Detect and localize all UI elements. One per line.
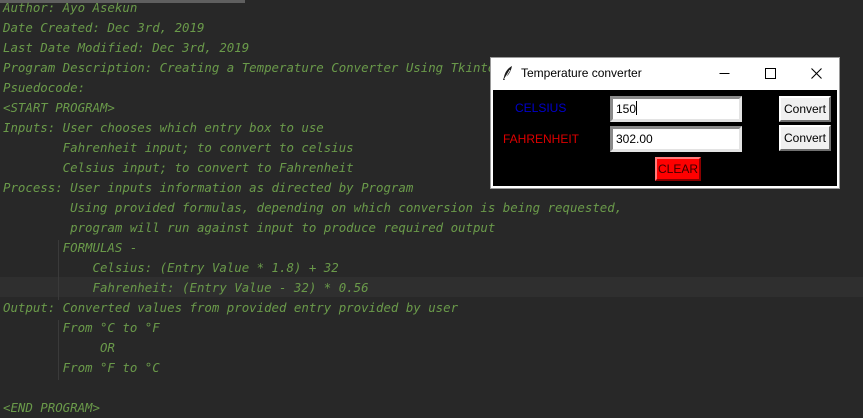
code-line: Fahrenheit: (Entry Value - 32) * 0.56 bbox=[3, 280, 369, 295]
code-line: program will run against input to produc… bbox=[3, 220, 496, 235]
celsius-input-value: 150 bbox=[616, 102, 637, 116]
code-line: Output: Converted values from provided e… bbox=[3, 300, 459, 315]
code-line: OR bbox=[3, 340, 115, 355]
code-line: Celsius input; to convert to Fahrenheit bbox=[3, 160, 354, 175]
close-button[interactable] bbox=[793, 58, 839, 88]
code-line: <END PROGRAM> bbox=[3, 400, 100, 415]
code-line: Celsius: (Entry Value * 1.8) + 32 bbox=[3, 260, 339, 275]
feather-icon bbox=[503, 66, 512, 80]
convert-fahrenheit-button[interactable]: Convert bbox=[779, 125, 831, 151]
convert-celsius-button[interactable]: Convert bbox=[779, 96, 831, 122]
clear-button[interactable]: CLEAR bbox=[655, 157, 701, 181]
close-icon bbox=[810, 67, 822, 79]
code-line: Program Description: Creating a Temperat… bbox=[3, 60, 503, 75]
code-line: <START PROGRAM> bbox=[3, 100, 115, 115]
code-line: Inputs: User chooses which entry box to … bbox=[3, 120, 324, 135]
maximize-button[interactable] bbox=[747, 58, 793, 88]
code-line: Process: User inputs information as dire… bbox=[3, 180, 414, 195]
code-line: Using provided formulas, depending on wh… bbox=[3, 200, 623, 215]
window-titlebar[interactable]: Temperature converter bbox=[491, 58, 839, 88]
celsius-input[interactable]: 150 bbox=[610, 96, 742, 122]
converter-panel: CELSIUS 150 Convert FAHRENHEIT 302.00 Co… bbox=[493, 90, 837, 186]
window-title: Temperature converter bbox=[521, 66, 642, 80]
maximize-icon bbox=[764, 67, 776, 79]
celsius-label: CELSIUS bbox=[515, 101, 567, 115]
code-line: Author: Ayo Asekun bbox=[3, 0, 138, 15]
temperature-converter-window[interactable]: Temperature converter CELSIUS 150 Conver… bbox=[490, 57, 840, 189]
fahrenheit-input[interactable]: 302.00 bbox=[610, 126, 742, 152]
fahrenheit-input-value: 302.00 bbox=[616, 132, 653, 146]
text-cursor bbox=[636, 101, 638, 115]
minimize-icon bbox=[719, 72, 729, 74]
code-line: Date Created: Dec 3rd, 2019 bbox=[3, 20, 205, 35]
code-line: Psuedocode: bbox=[3, 80, 86, 95]
code-line: From °C to °F bbox=[3, 320, 160, 335]
code-line: From °F to °C bbox=[3, 360, 160, 375]
code-line: Fahrenheit input; to convert to celsius bbox=[3, 140, 354, 155]
code-line: FORMULAS - bbox=[3, 240, 138, 255]
fahrenheit-label: FAHRENHEIT bbox=[503, 132, 580, 146]
minimize-button[interactable] bbox=[701, 58, 747, 88]
code-line: Last Date Modified: Dec 3rd, 2019 bbox=[3, 40, 250, 55]
